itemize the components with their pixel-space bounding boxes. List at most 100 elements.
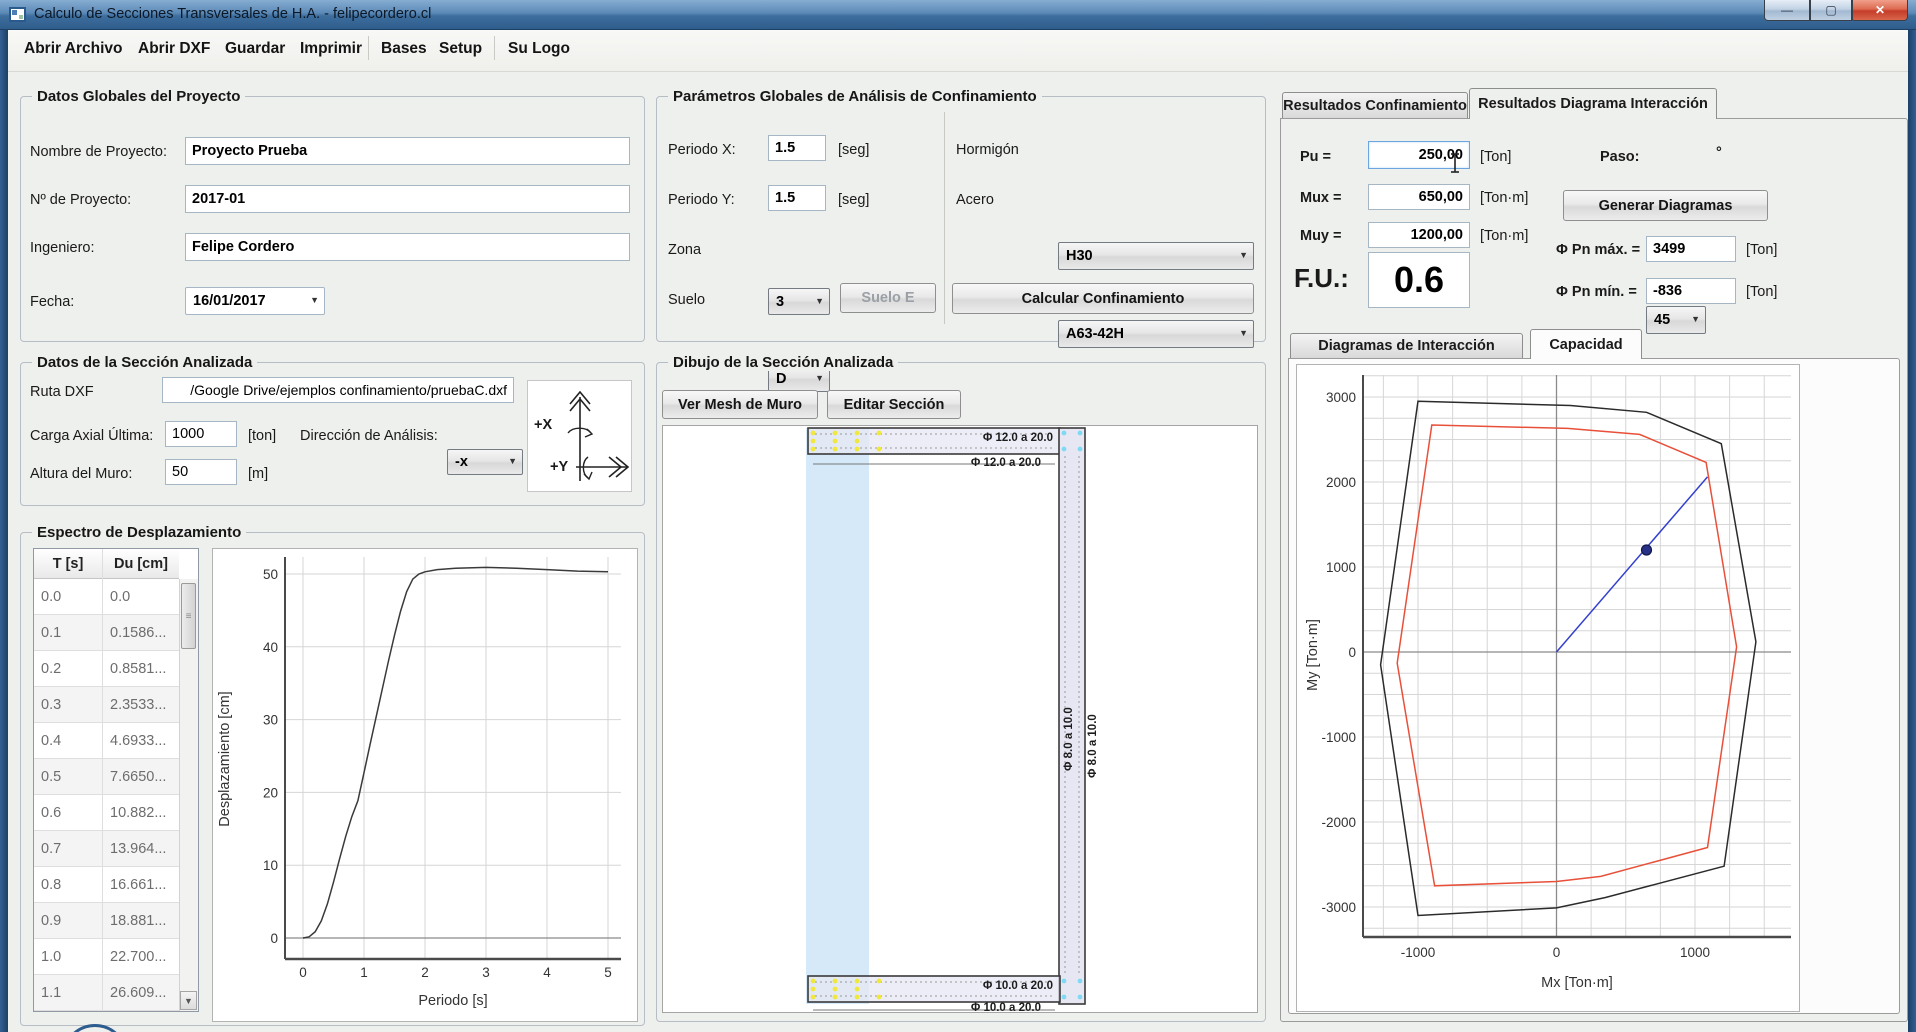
table-row[interactable]: 0.0 — [103, 579, 179, 615]
table-row[interactable]: 0.7 — [34, 831, 102, 867]
menu-abrir-dxf[interactable]: Abrir DXF — [138, 40, 210, 58]
hormigon-dropdown[interactable]: H30▼ — [1058, 242, 1254, 270]
table-row[interactable]: 26.609... — [103, 975, 179, 1011]
pn-min-input[interactable]: -836 — [1646, 278, 1736, 304]
periodo-y-unit: [seg] — [838, 192, 869, 208]
menubar — [8, 30, 1908, 72]
periodo-y-input[interactable]: 1.5 — [768, 185, 826, 211]
muy-input[interactable]: 1200,00 — [1368, 222, 1470, 248]
table-row[interactable]: 0.1586... — [103, 615, 179, 651]
table-row[interactable]: 0.6 — [34, 795, 102, 831]
titlebar[interactable]: Calculo de Secciones Transversales de H.… — [0, 0, 1916, 30]
paso-dropdown[interactable]: 45▼ — [1646, 306, 1706, 334]
chevron-down-icon: ▼ — [508, 456, 517, 466]
table-header-du[interactable]: Du [cm] — [103, 549, 179, 579]
table-row[interactable]: 0.9 — [34, 903, 102, 939]
table-row[interactable]: 0.0 — [34, 579, 102, 615]
mux-label: Mux = — [1300, 190, 1342, 206]
pn-max-unit: [Ton] — [1746, 242, 1777, 258]
tab-resultados-diagrama[interactable]: Resultados Diagrama Interacción — [1469, 88, 1717, 119]
svg-text:20: 20 — [263, 785, 278, 800]
group-espectro-title: Espectro de Desplazamiento — [32, 524, 246, 541]
fu-value: 0.6 — [1368, 252, 1470, 308]
menu-su-logo[interactable]: Su Logo — [508, 40, 570, 58]
pn-max-input[interactable]: 3499 — [1646, 236, 1736, 262]
carga-axial-label: Carga Axial Última: — [30, 428, 153, 444]
scrollbar-thumb[interactable]: ≡ — [181, 583, 196, 649]
rebar-label-bottom-outer: Φ 10.0 a 20.0 — [881, 1002, 1041, 1013]
ingeniero-input[interactable]: Felipe Cordero — [185, 233, 630, 261]
hormigon-label: Hormigón — [956, 142, 1019, 158]
table-row[interactable]: 0.3 — [34, 687, 102, 723]
group-parametros-title: Parámetros Globales de Análisis de Confi… — [668, 88, 1042, 105]
table-row[interactable]: 10.882... — [103, 795, 179, 831]
generar-diagramas-button[interactable]: Generar Diagramas — [1563, 190, 1768, 221]
parametros-divider — [944, 112, 945, 324]
menu-imprimir[interactable]: Imprimir — [300, 40, 362, 58]
minimize-button[interactable]: — — [1764, 0, 1810, 21]
table-row[interactable]: 0.4 — [34, 723, 102, 759]
altura-muro-input[interactable]: 50 — [165, 459, 237, 485]
section-drawing — [663, 426, 1257, 1012]
periodo-x-label: Periodo X: — [668, 142, 736, 158]
maximize-button[interactable]: ▢ — [1810, 0, 1852, 21]
rebar-label-bottom-inner: Φ 10.0 a 20.0 — [893, 980, 1053, 992]
svg-text:Periodo [s]: Periodo [s] — [418, 993, 487, 1009]
zona-dropdown[interactable]: 3▼ — [768, 288, 830, 315]
mux-input[interactable]: 650,00 — [1368, 184, 1470, 210]
table-row[interactable]: 22.700... — [103, 939, 179, 975]
menu-separator — [368, 36, 369, 60]
table-row[interactable]: 1.1 — [34, 975, 102, 1011]
table-row[interactable]: 7.6650... — [103, 759, 179, 795]
suelo-e-button[interactable]: Suelo E — [840, 283, 936, 313]
mux-unit: [Ton·m] — [1480, 190, 1528, 206]
direccion-dropdown[interactable]: -x ▼ — [447, 449, 523, 475]
menu-abrir-archivo[interactable]: Abrir Archivo — [24, 40, 122, 58]
window-title: Calculo de Secciones Transversales de H.… — [34, 6, 431, 22]
tab-resultados-confinamiento[interactable]: Resultados Confinamiento — [1282, 92, 1468, 118]
svg-text:0: 0 — [1553, 945, 1561, 960]
menu-guardar[interactable]: Guardar — [225, 40, 285, 58]
table-row[interactable]: 0.2 — [34, 651, 102, 687]
table-row[interactable]: 18.881... — [103, 903, 179, 939]
ingeniero-label: Ingeniero: — [30, 240, 95, 256]
menu-bases[interactable]: Bases — [381, 40, 427, 58]
carga-axial-input[interactable]: 1000 — [165, 421, 237, 447]
group-datos-seccion-title: Datos de la Sección Analizada — [32, 354, 257, 371]
acero-value: A63-42H — [1066, 326, 1124, 342]
acero-dropdown[interactable]: A63-42H▼ — [1058, 320, 1254, 348]
fecha-dropdown[interactable]: 16/01/2017 ▼ — [185, 287, 325, 315]
scrollbar-down-button[interactable]: ▼ — [180, 991, 197, 1010]
carga-axial-unit: [ton] — [248, 428, 276, 444]
periodo-x-input[interactable]: 1.5 — [768, 135, 826, 161]
window-frame-left — [0, 30, 8, 1032]
editar-seccion-button[interactable]: Editar Sección — [827, 390, 961, 419]
tab-capacidad[interactable]: Capacidad — [1530, 329, 1642, 359]
table-row[interactable]: 4.6933... — [103, 723, 179, 759]
numero-proyecto-input[interactable]: 2017-01 — [185, 185, 630, 213]
rebar-label-top-inner: Φ 12.0 a 20.0 — [893, 432, 1053, 444]
ruta-dxf-input[interactable]: /Google Drive/ejemplos confinamiento/pru… — [162, 377, 514, 403]
table-scrollbar[interactable]: ≡ ▼ — [179, 579, 198, 1011]
section-canvas[interactable]: Φ 12.0 a 20.0 Φ 12.0 a 20.0 Φ 8.0 a 10.0… — [662, 425, 1258, 1013]
table-row[interactable]: 16.661... — [103, 867, 179, 903]
table-row[interactable]: 0.8581... — [103, 651, 179, 687]
calcular-confinamiento-button[interactable]: Calcular Confinamiento — [952, 283, 1254, 314]
table-row[interactable]: 2.3533... — [103, 687, 179, 723]
table-row[interactable]: 0.8 — [34, 867, 102, 903]
table-header-t[interactable]: T [s] — [34, 549, 102, 579]
menu-setup[interactable]: Setup — [439, 40, 482, 58]
window-frame-right — [1908, 30, 1916, 1032]
close-button[interactable]: ✕ — [1852, 0, 1908, 21]
tab-diagramas-interaccion[interactable]: Diagramas de Interacción — [1290, 333, 1523, 358]
pu-unit: [Ton] — [1480, 149, 1511, 165]
table-row[interactable]: 0.5 — [34, 759, 102, 795]
table-row[interactable]: 13.964... — [103, 831, 179, 867]
periodo-y-label: Periodo Y: — [668, 192, 735, 208]
axis-x-label: +X — [534, 417, 552, 433]
svg-text:4: 4 — [543, 965, 551, 980]
ver-mesh-button[interactable]: Ver Mesh de Muro — [662, 390, 818, 419]
nombre-proyecto-input[interactable]: Proyecto Prueba — [185, 137, 630, 165]
table-row[interactable]: 0.1 — [34, 615, 102, 651]
table-row[interactable]: 1.0 — [34, 939, 102, 975]
